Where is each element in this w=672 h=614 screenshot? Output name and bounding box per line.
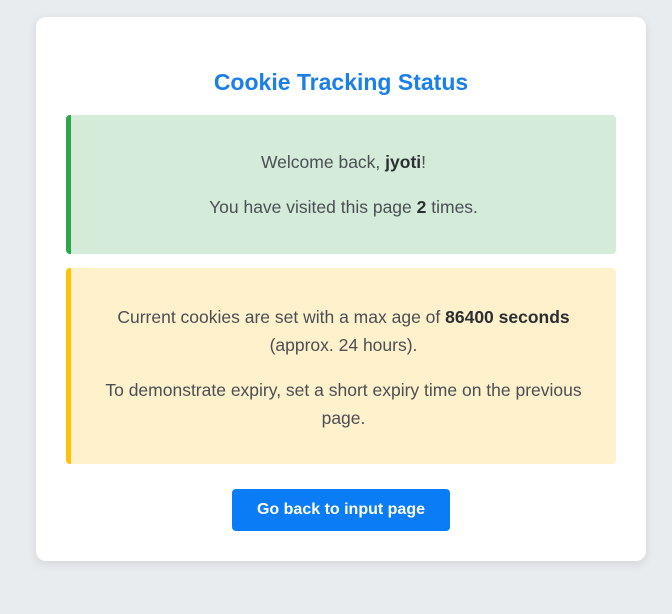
username: jyoti bbox=[385, 152, 422, 172]
back-to-input-button[interactable]: Go back to input page bbox=[232, 489, 450, 531]
welcome-message: Welcome back, jyoti! bbox=[71, 151, 616, 173]
visit-count: 2 bbox=[416, 197, 427, 217]
max-age-prefix: Current cookies are set with a max age o… bbox=[117, 307, 446, 327]
welcome-alert: Welcome back, jyoti! You have visited th… bbox=[66, 115, 616, 254]
visits-suffix: times. bbox=[426, 197, 478, 217]
visits-prefix: You have visited this page bbox=[209, 197, 417, 217]
cookie-max-age-message: Current cookies are set with a max age o… bbox=[91, 303, 596, 359]
welcome-prefix: Welcome back, bbox=[260, 152, 386, 172]
page-title: Cookie Tracking Status bbox=[213, 69, 469, 95]
visit-count-message: You have visited this page 2 times. bbox=[71, 196, 616, 218]
max-age-value: 86400 seconds bbox=[445, 307, 570, 327]
cookie-info-alert: Current cookies are set with a max age o… bbox=[66, 268, 616, 464]
expiry-hint: To demonstrate expiry, set a short expir… bbox=[105, 380, 582, 428]
welcome-suffix: ! bbox=[421, 152, 427, 172]
max-age-suffix: (approx. 24 hours). bbox=[269, 335, 418, 355]
status-card: Cookie Tracking Status Welcome back, jyo… bbox=[36, 17, 646, 561]
